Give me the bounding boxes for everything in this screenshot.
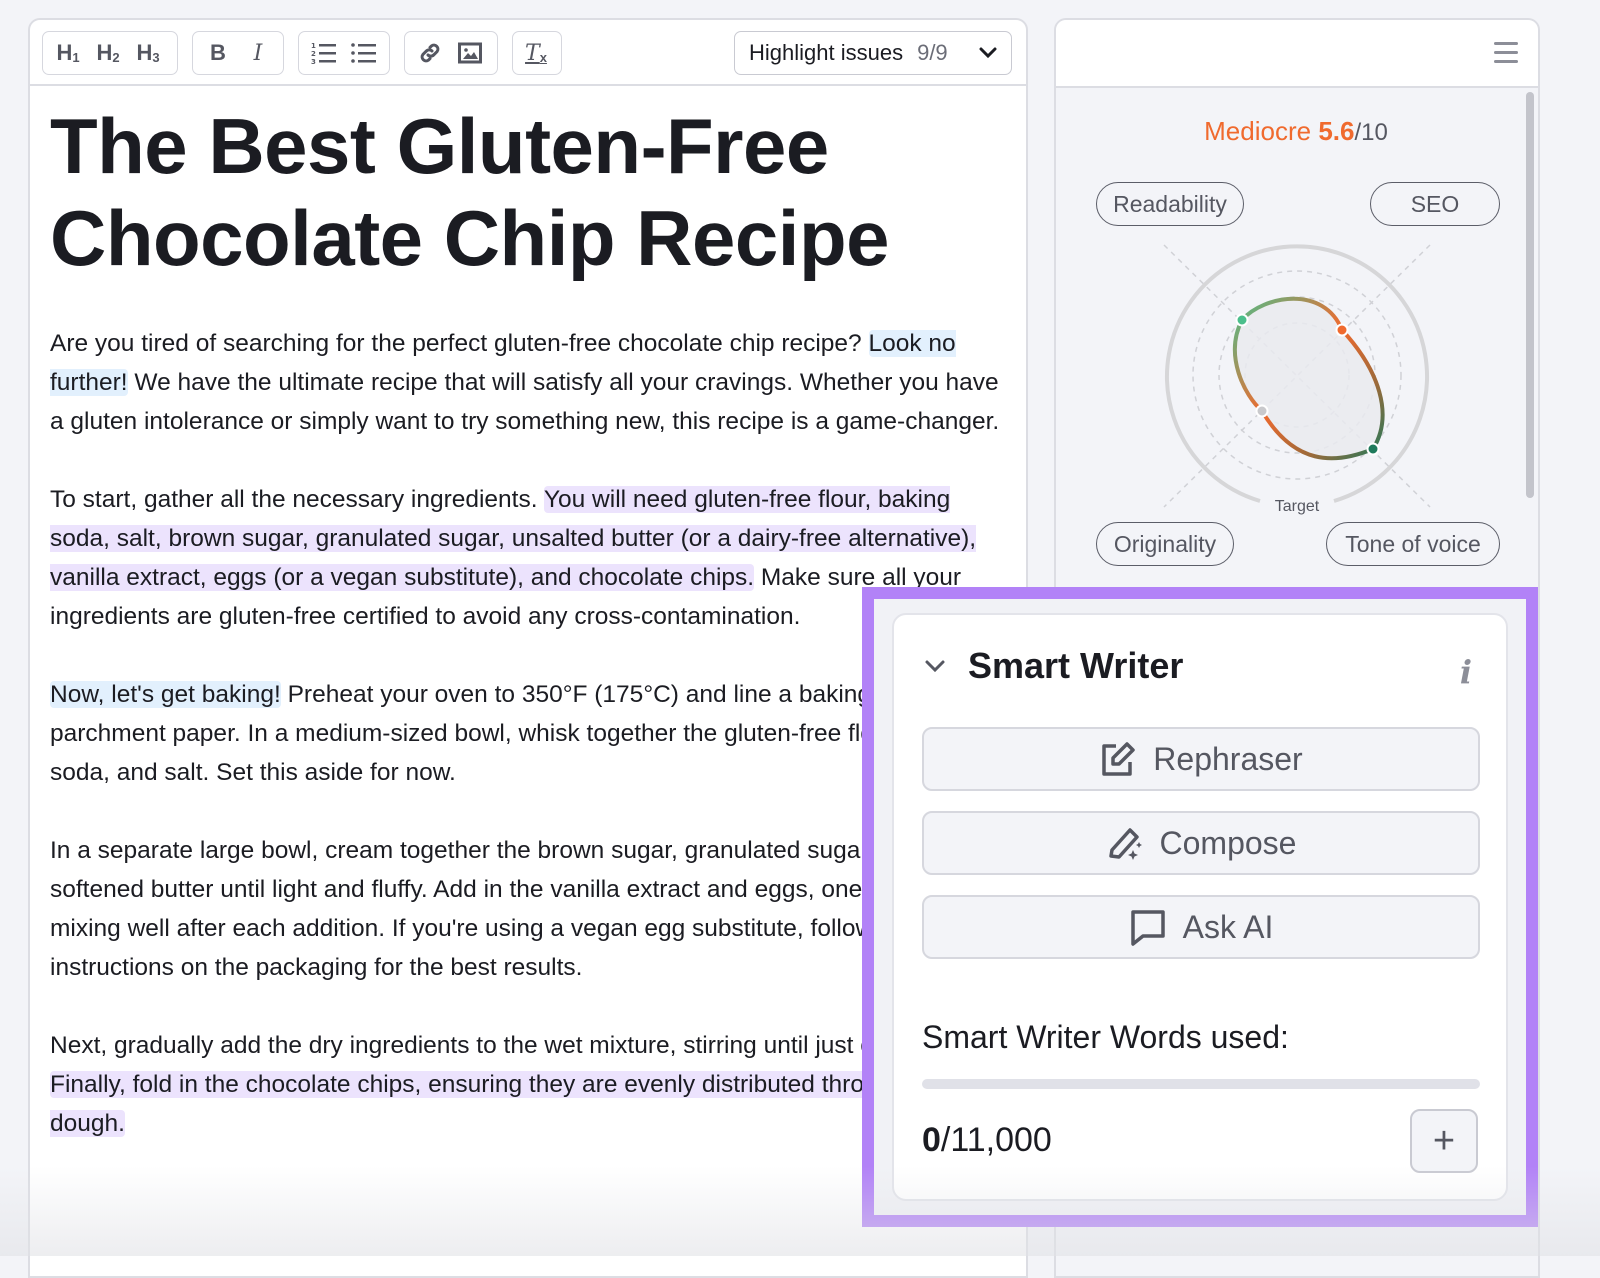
highlighted-issue[interactable]: Now, let's get baking! — [50, 681, 281, 708]
originality-tab[interactable]: Originality — [1096, 522, 1234, 566]
target-label: Target — [1275, 498, 1320, 515]
highlight-issues-dropdown[interactable]: Highlight issues 9/9 — [734, 31, 1012, 75]
paragraph-text: Next, gradually add the dry ingredients … — [50, 1032, 974, 1059]
highlight-issues-label: Highlight issues — [749, 40, 904, 65]
overall-score: Mediocre 5.6/10 — [1056, 116, 1536, 147]
edit-icon — [1102, 742, 1136, 776]
svg-text:1: 1 — [311, 42, 316, 50]
score-rating-label: Mediocre — [1204, 116, 1312, 146]
chat-bubble-icon — [1130, 910, 1165, 946]
h3-button[interactable]: H3 — [131, 36, 165, 70]
image-icon — [458, 42, 482, 64]
tone-of-voice-point — [1366, 442, 1380, 456]
ordered-list-button[interactable]: 1 2 3 — [307, 36, 341, 70]
seo-tab[interactable]: SEO — [1370, 182, 1500, 226]
chevron-down-icon[interactable] — [924, 659, 946, 673]
readability-tab[interactable]: Readability — [1096, 182, 1244, 226]
paragraph-text: We have the ultimate recipe that will sa… — [50, 369, 1000, 435]
score-panel-header — [1056, 20, 1538, 88]
compose-button[interactable]: Compose — [922, 811, 1480, 875]
originality-point — [1255, 404, 1269, 418]
insert-group — [404, 31, 498, 75]
highlight-issues-count: 9/9 — [917, 40, 948, 65]
panel-scrollbar[interactable] — [1526, 92, 1534, 498]
words-used-progress — [922, 1079, 1480, 1089]
document-title[interactable]: The Best Gluten-Free Chocolate Chip Reci… — [50, 100, 1006, 284]
image-button[interactable] — [453, 36, 487, 70]
bullet-list-icon — [351, 43, 376, 63]
readability-point — [1235, 313, 1249, 327]
heading-group: H1 H2 H3 — [42, 31, 178, 75]
clear-group: Tx — [512, 31, 562, 75]
magic-pen-icon — [1108, 828, 1142, 860]
score-value: 5.6 — [1318, 116, 1355, 146]
paragraph-text: Are you tired of searching for the perfe… — [50, 330, 869, 357]
ask-ai-button[interactable]: Ask AI — [922, 895, 1480, 959]
format-group: B I — [192, 31, 284, 75]
clear-format-button[interactable]: Tx — [519, 36, 553, 70]
svg-text:3: 3 — [311, 58, 316, 65]
seo-point — [1335, 323, 1349, 337]
h2-button[interactable]: H2 — [91, 36, 125, 70]
smart-writer-header[interactable]: Smart Writer — [924, 645, 1183, 687]
score-max: /10 — [1354, 119, 1388, 146]
add-words-button[interactable]: + — [1410, 1109, 1478, 1173]
link-button[interactable] — [413, 36, 447, 70]
link-icon — [420, 43, 440, 63]
document-paragraph[interactable]: Are you tired of searching for the perfe… — [50, 324, 1006, 441]
smart-writer-title: Smart Writer — [968, 645, 1184, 686]
italic-button[interactable]: I — [241, 36, 275, 70]
info-icon[interactable]: i — [1460, 653, 1472, 691]
smart-writer-card: Smart Writer i Rephraser Compose Ask AI … — [892, 613, 1508, 1201]
list-group: 1 2 3 — [298, 31, 390, 75]
tone-of-voice-tab[interactable]: Tone of voice — [1326, 522, 1500, 566]
chevron-down-icon — [979, 47, 997, 59]
ordered-list-icon: 1 2 3 — [311, 42, 336, 65]
bullet-list-button[interactable] — [347, 36, 381, 70]
rephraser-button[interactable]: Rephraser — [922, 727, 1480, 791]
highlighted-issue[interactable]: Finally, fold in the chocolate chips, en… — [50, 1071, 980, 1137]
score-radar-chart: Target — [1163, 244, 1431, 515]
bold-button[interactable]: B — [201, 36, 235, 70]
words-used-label: Smart Writer Words used: — [922, 1019, 1289, 1055]
paragraph-text: In a separate large bowl, cream together… — [50, 837, 970, 981]
paragraph-text: To start, gather all the necessary ingre… — [50, 486, 544, 513]
h1-button[interactable]: H1 — [51, 36, 85, 70]
editor-toolbar: H1 H2 H3 B I 1 2 3 T x Highlight issues … — [30, 20, 1026, 86]
words-used-count: 0/11,000 — [922, 1121, 1052, 1159]
smart-writer-highlight-frame: Smart Writer i Rephraser Compose Ask AI … — [862, 587, 1538, 1227]
menu-icon[interactable] — [1494, 42, 1518, 69]
score-shape — [1232, 296, 1385, 461]
svg-text:2: 2 — [311, 50, 316, 58]
